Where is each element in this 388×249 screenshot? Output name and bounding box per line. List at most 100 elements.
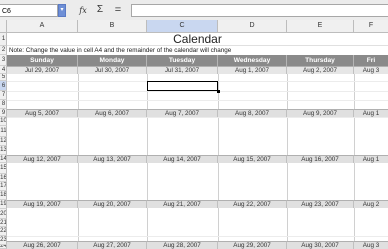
date-cell[interactable]: Aug 29, 2007	[218, 241, 287, 249]
date-cell[interactable]: Aug 27, 2007	[78, 241, 147, 249]
row-header[interactable]: 23	[0, 236, 7, 245]
row-number: 15	[0, 165, 7, 171]
row-header[interactable]: 18	[0, 191, 7, 200]
select-all-corner[interactable]	[0, 20, 7, 32]
day-header: Wednesday	[218, 55, 287, 66]
row-number: 6	[1, 83, 6, 89]
row-header[interactable]: 19	[0, 200, 7, 209]
formula-bar: C6 ▾ fx Σ =	[0, 0, 388, 21]
row-number: 21	[0, 220, 7, 226]
date-cell[interactable]: Aug 28, 2007	[147, 241, 218, 249]
row-header[interactable]: 3	[0, 55, 7, 66]
formula-input[interactable]	[131, 4, 388, 17]
row-number: 2	[1, 47, 6, 53]
row-number: 14	[0, 156, 7, 162]
formula-equals-button[interactable]: =	[112, 3, 124, 17]
day-header: Tuesday	[147, 55, 218, 66]
gridline	[7, 91, 388, 92]
row-header[interactable]: 7	[0, 91, 7, 100]
date-cell[interactable]: Aug 12, 2007	[7, 155, 78, 163]
date-cell[interactable]: Aug 3	[354, 241, 388, 249]
row-header[interactable]: 1	[0, 33, 7, 46]
row-header[interactable]: 8	[0, 100, 7, 109]
date-cell[interactable]: Aug 1, 2007	[218, 66, 287, 74]
date-cell[interactable]: Aug 7, 2007	[147, 109, 218, 117]
row-header[interactable]: 22	[0, 227, 7, 236]
date-cell[interactable]: Aug 21, 2007	[147, 200, 218, 208]
row-header[interactable]: 9	[0, 109, 7, 117]
row-number: 20	[0, 211, 7, 217]
row-number: 23	[0, 237, 7, 243]
date-cell[interactable]: Aug 2, 2007	[287, 66, 354, 74]
date-cell[interactable]: Aug 14, 2007	[147, 155, 218, 163]
column-header[interactable]: F	[354, 20, 388, 32]
date-cell[interactable]: Aug 1	[354, 109, 388, 117]
column-header[interactable]: D	[218, 20, 287, 32]
row-number: 4	[1, 67, 6, 73]
row-number: 3	[1, 57, 6, 63]
gridline	[7, 236, 388, 237]
row-number: 13	[0, 147, 7, 153]
date-cell[interactable]: Aug 3	[354, 66, 388, 74]
row-header[interactable]: 15	[0, 163, 7, 174]
column-header[interactable]: E	[287, 20, 354, 32]
date-cell[interactable]: Jul 30, 2007	[78, 66, 147, 74]
date-cell[interactable]: Aug 16, 2007	[287, 155, 354, 163]
name-box-dropdown-icon[interactable]: ▾	[58, 4, 66, 17]
row-header[interactable]: 11	[0, 126, 7, 137]
row-header[interactable]: 24	[0, 245, 7, 249]
date-cell[interactable]: Aug 22, 2007	[218, 200, 287, 208]
column-header-selected[interactable]: C	[147, 20, 218, 32]
row-header[interactable]: 21	[0, 219, 7, 227]
row-number: 17	[0, 183, 7, 189]
row-header[interactable]: 5	[0, 74, 7, 81]
row-header[interactable]: 14	[0, 155, 7, 163]
row-number: 10	[0, 118, 7, 124]
row-header[interactable]: 20	[0, 209, 7, 219]
date-cell[interactable]: Aug 19, 2007	[7, 200, 78, 208]
date-cell[interactable]: Aug 2	[354, 200, 388, 208]
row-header[interactable]: 17	[0, 182, 7, 191]
date-cell[interactable]: Aug 9, 2007	[287, 109, 354, 117]
column-header[interactable]: A	[7, 20, 78, 32]
sheet-grid[interactable]: 1 2 3 4 5 6 7 8 9 10 11 12 13 14 15 16 1…	[0, 33, 388, 249]
calendar-title: Calendar	[7, 33, 388, 46]
date-cell[interactable]: Aug 5, 2007	[7, 109, 78, 117]
row-header[interactable]: 10	[0, 117, 7, 126]
day-header: Sunday	[7, 55, 78, 66]
date-cell[interactable]: Aug 13, 2007	[78, 155, 147, 163]
row-header-selected[interactable]: 6	[0, 81, 7, 91]
date-cell[interactable]: Aug 20, 2007	[78, 200, 147, 208]
date-cell[interactable]: Aug 15, 2007	[218, 155, 287, 163]
row-number: 11	[0, 128, 7, 134]
function-wizard-icon[interactable]: fx	[77, 4, 89, 17]
date-cell[interactable]: Aug 26, 2007	[7, 241, 78, 249]
sum-icon[interactable]: Σ	[94, 3, 106, 17]
row-number: 7	[1, 92, 6, 98]
row-number: 1	[1, 36, 6, 42]
row-header[interactable]: 12	[0, 137, 7, 146]
date-cell[interactable]: Aug 6, 2007	[78, 109, 147, 117]
day-header: Monday	[78, 55, 147, 66]
row-number: 16	[0, 175, 7, 181]
date-cell[interactable]: Aug 8, 2007	[218, 109, 287, 117]
name-box[interactable]: C6	[0, 4, 58, 17]
date-cell[interactable]: Aug 23, 2007	[287, 200, 354, 208]
active-cell-cursor[interactable]	[147, 81, 220, 93]
column-header[interactable]: B	[78, 20, 147, 32]
row-number: 24	[0, 245, 7, 249]
row-header[interactable]: 2	[0, 46, 7, 55]
date-cell[interactable]: Aug 30, 2007	[287, 241, 354, 249]
row-number: 5	[1, 74, 6, 80]
row-number: 22	[0, 228, 7, 234]
row-header[interactable]: 13	[0, 146, 7, 155]
day-header: Thursday	[287, 55, 354, 66]
row-header[interactable]: 16	[0, 174, 7, 182]
row-number: 19	[0, 201, 7, 207]
row-header[interactable]: 4	[0, 66, 7, 74]
row-number: 8	[1, 101, 6, 107]
date-cell[interactable]: Aug 1	[354, 155, 388, 163]
gridline	[7, 100, 388, 101]
date-cell[interactable]: Jul 31, 2007	[147, 66, 218, 74]
date-cell[interactable]: Jul 29, 2007	[7, 66, 78, 74]
